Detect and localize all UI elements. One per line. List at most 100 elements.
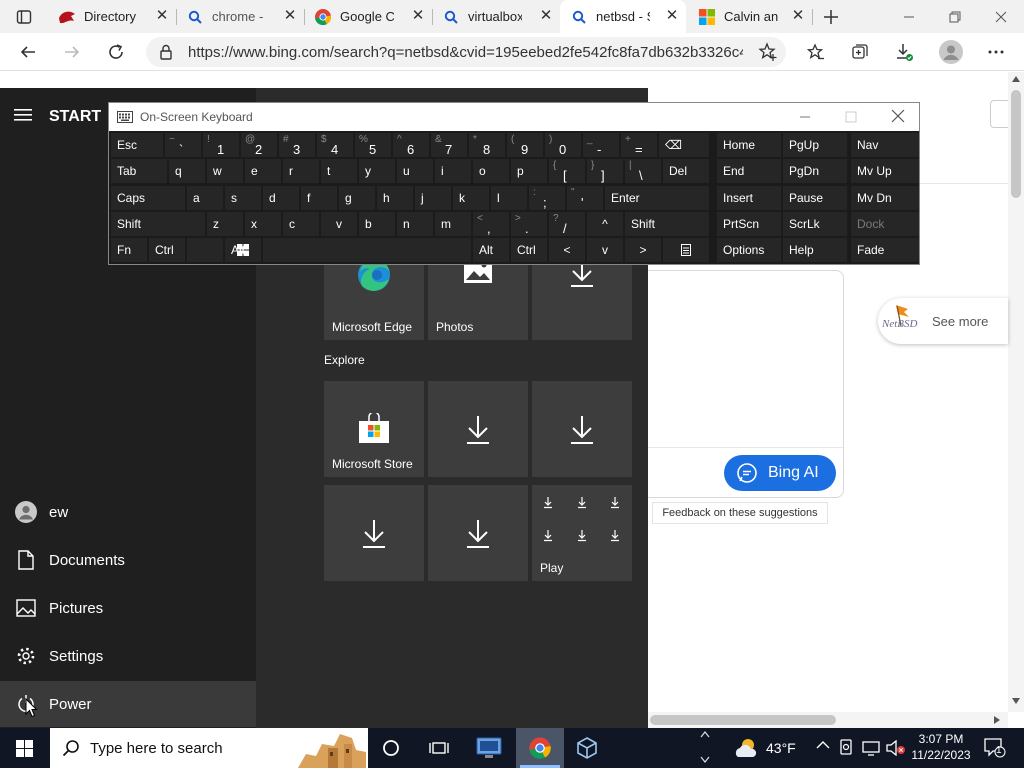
tab-actions-button[interactable] [0,0,48,33]
osk-key[interactable]: PgDn [783,159,847,183]
osk-key[interactable]: ^ 6 [393,133,429,157]
taskbar-app-remote-desktop[interactable] [466,728,512,768]
osk-key[interactable]: b [359,212,395,236]
osk-key[interactable]: e [245,159,281,183]
start-item-documents[interactable]: Documents [0,538,256,582]
taskbar-app-virtualbox[interactable] [564,728,610,768]
osk-key[interactable]: u [397,159,433,183]
osk-key[interactable]: y [359,159,395,183]
osk-key[interactable]: ! 1 [203,133,239,157]
osk-key[interactable]: <, [473,212,509,236]
osk-key[interactable]: End [717,159,781,183]
task-view-button[interactable] [416,728,462,768]
osk-key[interactable]: ) 0 [545,133,581,157]
url-text[interactable]: https://www.bing.com/search?q=netbsd&cvi… [188,44,743,61]
tab-chrome-search[interactable]: chrome - Se ✕ [176,0,304,33]
close-tab-icon[interactable]: ✕ [664,8,680,24]
osk-key[interactable]: r [283,159,319,183]
show-hidden-icons-icon[interactable] [816,740,830,750]
add-favorite-icon[interactable] [758,42,778,62]
weather-widget[interactable]: 43°F [734,728,804,768]
osk-key[interactable]: Nav [851,133,919,157]
osk-key[interactable]: w [207,159,243,183]
osk-key[interactable]: >. [511,212,547,236]
scroll-right-arrow-icon[interactable] [994,716,1000,724]
osk-key[interactable]: g [339,186,375,210]
osk-key[interactable]: Home [717,133,781,157]
close-tab-icon[interactable]: ✕ [790,8,806,24]
tile-microsoft-store[interactable]: Microsoft Store [324,381,424,477]
osk-key[interactable]: $4 [317,133,353,157]
lock-icon[interactable] [159,44,173,60]
start-item-power[interactable]: Power [0,681,256,727]
osk-key[interactable]: ^ [587,212,623,236]
osk-key[interactable]: j [415,186,451,210]
osk-key[interactable]: Options [717,238,781,262]
osk-key[interactable]: Shift [111,212,205,236]
osk-key[interactable]: Shift [625,212,709,236]
new-tab-button[interactable] [814,0,848,33]
tile-download-placeholder[interactable] [428,381,528,477]
osk-key[interactable]: o [473,159,509,183]
osk-key[interactable]: q [169,159,205,183]
close-tab-icon[interactable]: ✕ [282,8,298,24]
horizontal-scrollbar[interactable] [648,712,1008,728]
refresh-button[interactable] [102,38,130,66]
osk-key[interactable]: Alt [473,238,509,262]
scroll-up-arrow-icon[interactable] [1012,76,1020,82]
osk-key[interactable]: n [397,212,433,236]
osk-key[interactable]: a [187,186,223,210]
osk-key[interactable]: Ctrl [149,238,185,262]
tab-virtualbox[interactable]: virtualbox ✕ [432,0,560,33]
collections-button[interactable] [846,38,874,66]
osk-key[interactable]: p [511,159,547,183]
scroll-down-arrow-icon[interactable] [1012,698,1020,704]
osk-key[interactable]: Tab [111,159,167,183]
osk-key[interactable]: > [625,238,661,262]
task-view-cortana-button[interactable] [368,728,414,768]
osk-key[interactable]: Del [663,159,709,183]
taskbar-app-chrome[interactable] [516,728,564,768]
bing-ai-button[interactable]: Bing AI [724,455,836,491]
osk-key[interactable]: Ctrl [511,238,547,262]
osk-key[interactable]: + = [621,133,657,157]
osk-key[interactable]: v [321,212,357,236]
osk-key[interactable]: Mv Dn [851,186,919,210]
back-button[interactable] [14,38,42,66]
forward-button[interactable] [58,38,86,66]
osk-key[interactable]: t [321,159,357,183]
osk-key[interactable]: i [435,159,471,183]
osk-key[interactable]: Fade [851,238,919,262]
osk-key[interactable]: v [587,238,623,262]
downloads-button[interactable] [890,38,918,66]
notifications-icon[interactable] [984,738,1006,758]
osk-key[interactable]: Help [783,238,847,262]
osk-key[interactable] [263,238,471,262]
osk-key[interactable]: Caps [111,186,185,210]
network-icon[interactable] [862,740,880,756]
taskbar-scroll-up-icon[interactable] [700,730,710,738]
start-user-account[interactable]: ew [0,490,256,534]
osk-key[interactable]: h [377,186,413,210]
tile-download-placeholder[interactable] [532,381,632,477]
feedback-link[interactable]: Feedback on these suggestions [652,502,828,524]
osk-key[interactable]: ? / [549,212,585,236]
osk-key[interactable]: Esc [111,133,163,157]
tile-download-placeholder[interactable] [428,485,528,581]
restore-button[interactable] [932,0,978,33]
close-window-button[interactable] [978,0,1024,33]
osk-key[interactable] [187,238,223,262]
osk-key[interactable]: m [435,212,471,236]
osk-key[interactable]: ScrLk [783,212,847,236]
osk-key[interactable] [663,238,709,262]
vertical-scroll-thumb[interactable] [1011,90,1021,198]
osk-key[interactable]: & 7 [431,133,467,157]
tile-download-placeholder[interactable] [324,485,424,581]
osk-key[interactable]: }] [587,159,623,183]
osk-key[interactable]: Mv Up [851,159,919,183]
close-icon[interactable] [891,109,905,123]
osk-title-bar[interactable]: On-Screen Keyboard [109,103,919,131]
url-bar[interactable]: https://www.bing.com/search?q=netbsd&cvi… [146,37,786,67]
minimize-icon[interactable] [799,111,811,123]
osk-key[interactable]: Enter [605,186,709,210]
